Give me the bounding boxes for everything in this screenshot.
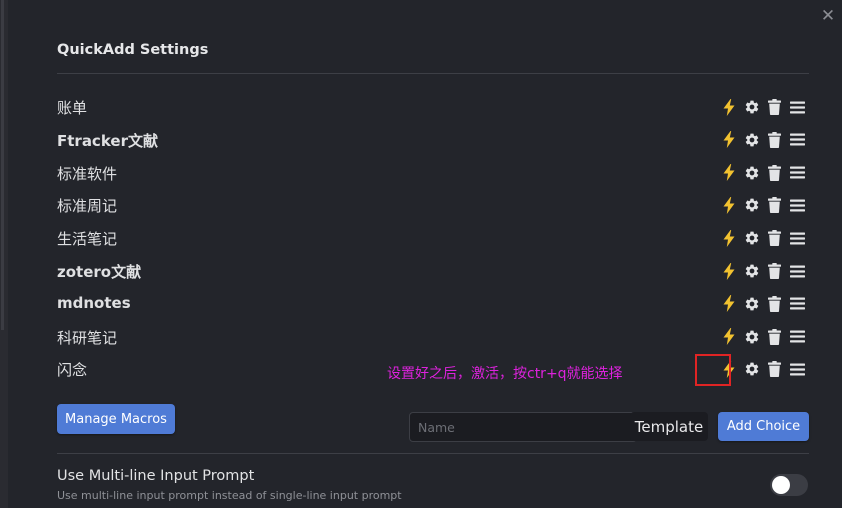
add-choice-button[interactable]: Add Choice: [718, 412, 809, 441]
gear-icon[interactable]: [740, 194, 763, 216]
setting-divider: [57, 453, 809, 454]
drag-handle-icon[interactable]: [786, 129, 809, 151]
gear-icon[interactable]: [740, 358, 763, 380]
gear-icon[interactable]: [740, 227, 763, 249]
lightning-icon[interactable]: [717, 194, 740, 216]
choice-actions: [717, 227, 809, 249]
choice-label: 账单: [57, 99, 88, 117]
manage-macros-button[interactable]: Manage Macros: [57, 404, 175, 434]
choice-label: 标准周记: [57, 197, 118, 216]
choice-name-input[interactable]: [409, 412, 637, 442]
gear-icon[interactable]: [740, 260, 763, 282]
lightning-icon[interactable]: [717, 129, 740, 151]
trash-icon[interactable]: [763, 358, 786, 380]
choice-row: 科研笔记: [57, 321, 809, 354]
drag-handle-icon[interactable]: [786, 227, 809, 249]
template-type-button[interactable]: Template: [630, 412, 708, 441]
choice-row: 生活笔记: [57, 222, 809, 255]
choice-actions: [717, 96, 809, 118]
choice-row: mdnotes: [57, 288, 809, 321]
toggle-knob: [772, 476, 790, 494]
trash-icon[interactable]: [763, 194, 786, 216]
multiline-prompt-toggle[interactable]: [770, 474, 808, 496]
choice-label: Ftracker文献: [57, 131, 158, 150]
choice-row: 标准周记: [57, 189, 809, 222]
quickadd-settings-modal: ✕ QuickAdd Settings 账单 Ftracker文献 标准软件标准周记…: [8, 0, 842, 508]
choice-actions: [717, 326, 809, 348]
left-pane-scrollbar[interactable]: [1, 0, 4, 330]
close-icon[interactable]: ✕: [818, 6, 838, 26]
title-divider: [57, 73, 809, 74]
highlight-box: [695, 354, 731, 386]
drag-handle-icon[interactable]: [786, 162, 809, 184]
drag-handle-icon[interactable]: [786, 358, 809, 380]
lightning-icon[interactable]: [717, 293, 740, 315]
trash-icon[interactable]: [763, 260, 786, 282]
lightning-icon[interactable]: [717, 260, 740, 282]
trash-icon[interactable]: [763, 227, 786, 249]
annotation-text: 设置好之后，激活，按ctr+q就能选择: [387, 366, 623, 382]
choice-label: 标准软件: [57, 164, 118, 183]
drag-handle-icon[interactable]: [786, 194, 809, 216]
choice-actions: [717, 260, 809, 282]
choice-actions: [717, 194, 809, 216]
trash-icon[interactable]: [763, 326, 786, 348]
choice-row: zotero文献: [57, 255, 809, 288]
trash-icon[interactable]: [763, 96, 786, 118]
choice-label: mdnotes: [57, 293, 131, 312]
drag-handle-icon[interactable]: [786, 293, 809, 315]
trash-icon[interactable]: [763, 293, 786, 315]
choice-row: 标准软件: [57, 157, 809, 190]
drag-handle-icon[interactable]: [786, 326, 809, 348]
trash-icon[interactable]: [763, 129, 786, 151]
lightning-icon[interactable]: [717, 162, 740, 184]
choice-label: zotero文献: [57, 263, 142, 281]
drag-handle-icon[interactable]: [786, 260, 809, 282]
choice-label: 生活笔记: [57, 230, 118, 249]
choice-label: 科研笔记: [57, 328, 118, 347]
choice-actions: [717, 162, 809, 184]
page-title: QuickAdd Settings: [57, 42, 209, 58]
setting-name: Use Multi-line Input Prompt: [57, 468, 255, 484]
gear-icon[interactable]: [740, 129, 763, 151]
left-pane-strip: [0, 0, 8, 508]
lightning-icon[interactable]: [717, 326, 740, 348]
drag-handle-icon[interactable]: [786, 96, 809, 118]
choice-actions: [717, 293, 809, 315]
gear-icon[interactable]: [740, 162, 763, 184]
gear-icon[interactable]: [740, 293, 763, 315]
choice-actions: [717, 129, 809, 151]
choice-row: 账单: [57, 91, 809, 124]
lightning-icon[interactable]: [717, 96, 740, 118]
gear-icon[interactable]: [740, 326, 763, 348]
trash-icon[interactable]: [763, 162, 786, 184]
choice-label: 闪念: [57, 361, 88, 380]
lightning-icon[interactable]: [717, 227, 740, 249]
setting-description: Use multi-line input prompt instead of s…: [57, 489, 402, 502]
gear-icon[interactable]: [740, 96, 763, 118]
choice-row: Ftracker文献: [57, 124, 809, 157]
